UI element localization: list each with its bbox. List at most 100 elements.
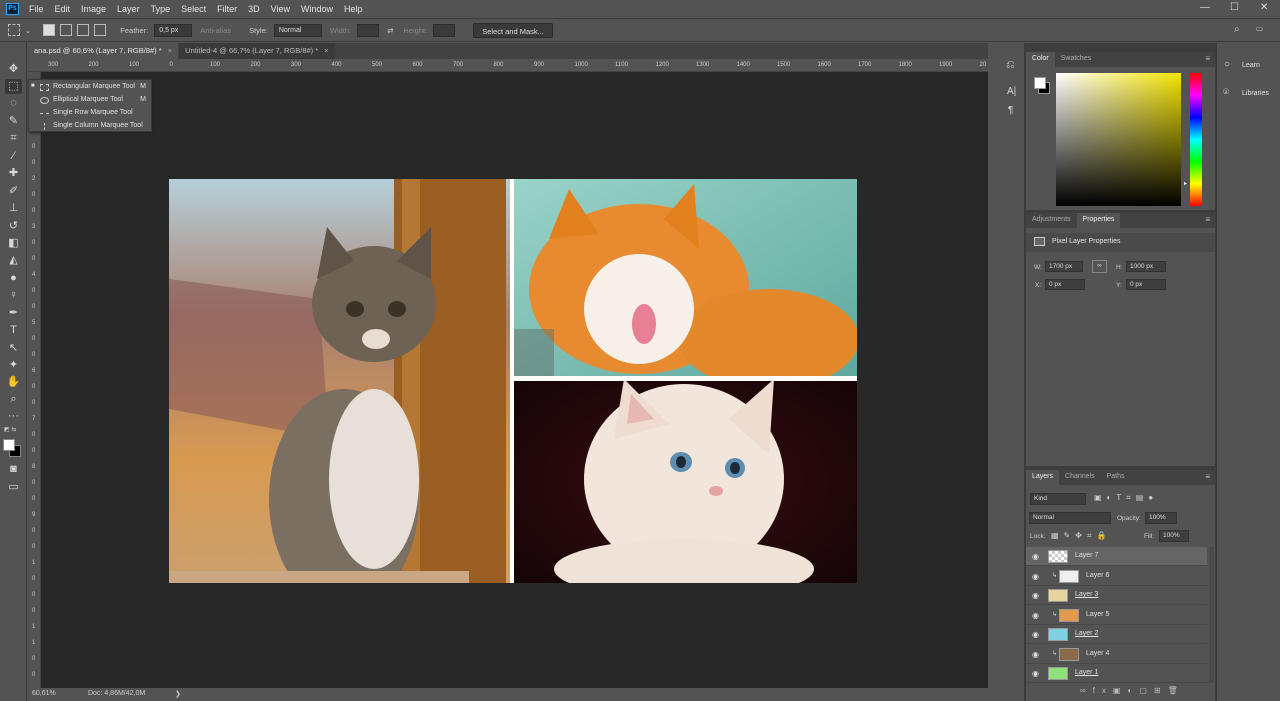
visibility-eye-icon[interactable]: ◉ xyxy=(1032,650,1039,659)
tab-paths[interactable]: Paths xyxy=(1101,470,1131,485)
layer-name[interactable]: Layer 5 xyxy=(1086,611,1109,618)
new-selection-icon[interactable] xyxy=(43,24,56,36)
tab-untitled-4[interactable]: Untitled-4 @ 66,7% (Layer 7, RGB/8#) * × xyxy=(179,43,335,59)
subtract-selection-icon[interactable] xyxy=(77,24,90,36)
paragraph-icon[interactable]: ¶ xyxy=(1008,105,1013,116)
layer-filter-select[interactable]: Kind xyxy=(1030,493,1086,505)
history-icon[interactable]: ⎌ xyxy=(1006,59,1015,72)
menu-select[interactable]: Select xyxy=(181,4,206,14)
brush-tool-icon[interactable]: ✐ xyxy=(5,184,22,199)
hue-slider-handle-icon[interactable]: ▸ xyxy=(1184,180,1187,187)
visibility-eye-icon[interactable]: ◉ xyxy=(1032,552,1039,561)
layer-name[interactable]: Layer 2 xyxy=(1075,630,1098,637)
fill-field[interactable]: 100% xyxy=(1159,530,1189,542)
history-brush-tool-icon[interactable]: ↺ xyxy=(5,219,22,234)
panel-menu-icon[interactable]: ≡ xyxy=(1205,54,1210,63)
layer-actions-icons[interactable]: ∞fx▣◐▢⊞🗑 xyxy=(1080,686,1185,695)
lasso-tool-icon[interactable]: ◌ xyxy=(5,96,22,111)
visibility-eye-icon[interactable]: ◉ xyxy=(1032,669,1039,678)
quick-selection-tool-icon[interactable]: ✎ xyxy=(5,114,22,129)
tab-channels[interactable]: Channels xyxy=(1059,470,1101,485)
visibility-eye-icon[interactable]: ◉ xyxy=(1032,630,1039,639)
layer-name[interactable]: Layer 1 xyxy=(1075,669,1098,676)
eyedropper-tool-icon[interactable]: ⁄ xyxy=(5,149,22,164)
layer-row-4[interactable]: ◉ ↳ Layer 4 xyxy=(1026,645,1207,664)
search-icon[interactable]: ⌕ xyxy=(1234,24,1240,35)
lightbulb-icon[interactable]: ○ xyxy=(1224,59,1230,70)
layer-row-5[interactable]: ◉ ↳ Layer 5 xyxy=(1026,606,1207,625)
dodge-tool-icon[interactable]: ♀ xyxy=(5,288,22,303)
screen-mode-icon[interactable]: ▭ xyxy=(5,480,22,495)
rectangular-marquee-menu-item[interactable]: ■ Rectangular Marquee Tool M xyxy=(29,82,151,94)
clone-stamp-tool-icon[interactable]: ⊥ xyxy=(5,201,22,216)
x-field[interactable]: 0 px xyxy=(1045,279,1085,290)
layer-name[interactable]: Layer 7 xyxy=(1075,552,1098,559)
marquee-preset-icon[interactable] xyxy=(8,24,20,36)
opacity-field[interactable]: 100% xyxy=(1145,512,1177,524)
layer-name[interactable]: Layer 6 xyxy=(1086,572,1109,579)
tab-layers[interactable]: Layers xyxy=(1026,470,1060,485)
status-menu-arrow-icon[interactable]: ❯ xyxy=(175,690,181,698)
healing-brush-tool-icon[interactable]: ✚ xyxy=(5,166,22,181)
minimize-button[interactable]: — xyxy=(1200,2,1210,13)
add-selection-icon[interactable] xyxy=(60,24,73,36)
lock-icons[interactable]: ▦✎✥⌗🔒 xyxy=(1051,531,1111,541)
paint-bucket-tool-icon[interactable]: ◭ xyxy=(5,253,22,268)
filter-icons[interactable]: ▣◐T⌗▤● xyxy=(1094,493,1158,503)
zoom-level[interactable]: 60,61% xyxy=(32,690,56,697)
link-icon[interactable]: ∞ xyxy=(1092,260,1107,273)
tab-color[interactable]: Color xyxy=(1026,52,1055,67)
blend-mode-select[interactable]: Normal xyxy=(1029,512,1111,524)
menu-layer[interactable]: Layer xyxy=(117,4,140,14)
layer-row-2[interactable]: ◉ Layer 2 xyxy=(1026,625,1207,644)
visibility-eye-icon[interactable]: ◉ xyxy=(1032,572,1039,581)
chevron-down-icon[interactable]: ⌄ xyxy=(25,26,31,35)
intersect-selection-icon[interactable] xyxy=(94,24,107,36)
quick-mask-icon[interactable]: ◙ xyxy=(5,462,22,477)
menu-file[interactable]: File xyxy=(29,4,44,14)
swap-icon[interactable]: ⇄ xyxy=(387,26,393,35)
type-tool-icon[interactable]: T xyxy=(5,323,22,338)
elliptical-marquee-menu-item[interactable]: Elliptical Marquee Tool M xyxy=(29,95,151,107)
layer-row-7[interactable]: ◉ Layer 7 xyxy=(1026,547,1207,566)
menu-window[interactable]: Window xyxy=(301,4,333,14)
single-column-marquee-menu-item[interactable]: Single Column Marquee Tool xyxy=(29,121,151,133)
style-select[interactable]: Normal xyxy=(273,23,322,37)
eraser-tool-icon[interactable]: ◧ xyxy=(5,236,22,251)
width-field[interactable]: 1700 px xyxy=(1045,261,1083,272)
hand-tool-icon[interactable]: ✋ xyxy=(5,375,22,390)
path-selection-tool-icon[interactable]: ↖ xyxy=(5,341,22,356)
panel-menu-icon[interactable]: ≡ xyxy=(1205,472,1210,481)
libraries-icon[interactable]: ⌾ xyxy=(1223,87,1229,98)
single-row-marquee-menu-item[interactable]: Single Row Marquee Tool xyxy=(29,108,151,120)
workspace-icon[interactable]: ▭ xyxy=(1256,24,1263,33)
close-tab-icon[interactable]: × xyxy=(324,46,328,55)
layers-scrollbar[interactable] xyxy=(1209,547,1214,683)
move-tool-icon[interactable]: ✥ xyxy=(5,62,22,77)
maximize-button[interactable]: ☐ xyxy=(1230,2,1239,13)
foreground-color-chip[interactable] xyxy=(1034,77,1046,89)
foreground-color-swatch[interactable] xyxy=(3,439,15,451)
color-field[interactable] xyxy=(1056,73,1181,206)
crop-tool-icon[interactable]: ⌗ xyxy=(5,131,22,146)
layer-row-1[interactable]: ◉ Layer 1 xyxy=(1026,664,1207,683)
select-and-mask-button[interactable]: Select and Mask... xyxy=(473,22,553,38)
menu-view[interactable]: View xyxy=(271,4,290,14)
layer-name[interactable]: Layer 3 xyxy=(1075,591,1098,598)
height-field[interactable]: 1000 px xyxy=(1126,261,1166,272)
menu-help[interactable]: Help xyxy=(344,4,363,14)
height-input[interactable] xyxy=(433,23,456,37)
layer-name[interactable]: Layer 4 xyxy=(1086,650,1109,657)
default-colors-icon[interactable]: ◩ ⇆ xyxy=(4,426,16,433)
panel-menu-icon[interactable]: ≡ xyxy=(1205,215,1210,224)
rectangular-marquee-tool-icon[interactable]: ⬚ xyxy=(5,79,22,94)
character-icon[interactable]: A| xyxy=(1007,86,1016,97)
antialias-checkbox-label[interactable]: Anti-alias xyxy=(200,26,231,35)
more-tools-icon[interactable]: ··· xyxy=(5,409,22,424)
menu-type[interactable]: Type xyxy=(151,4,171,14)
pen-tool-icon[interactable]: ✒ xyxy=(5,306,22,321)
document-canvas[interactable] xyxy=(169,179,859,609)
layer-row-3[interactable]: ◉ Layer 3 xyxy=(1026,586,1207,605)
menu-edit[interactable]: Edit xyxy=(55,4,71,14)
close-tab-icon[interactable]: × xyxy=(168,46,172,55)
